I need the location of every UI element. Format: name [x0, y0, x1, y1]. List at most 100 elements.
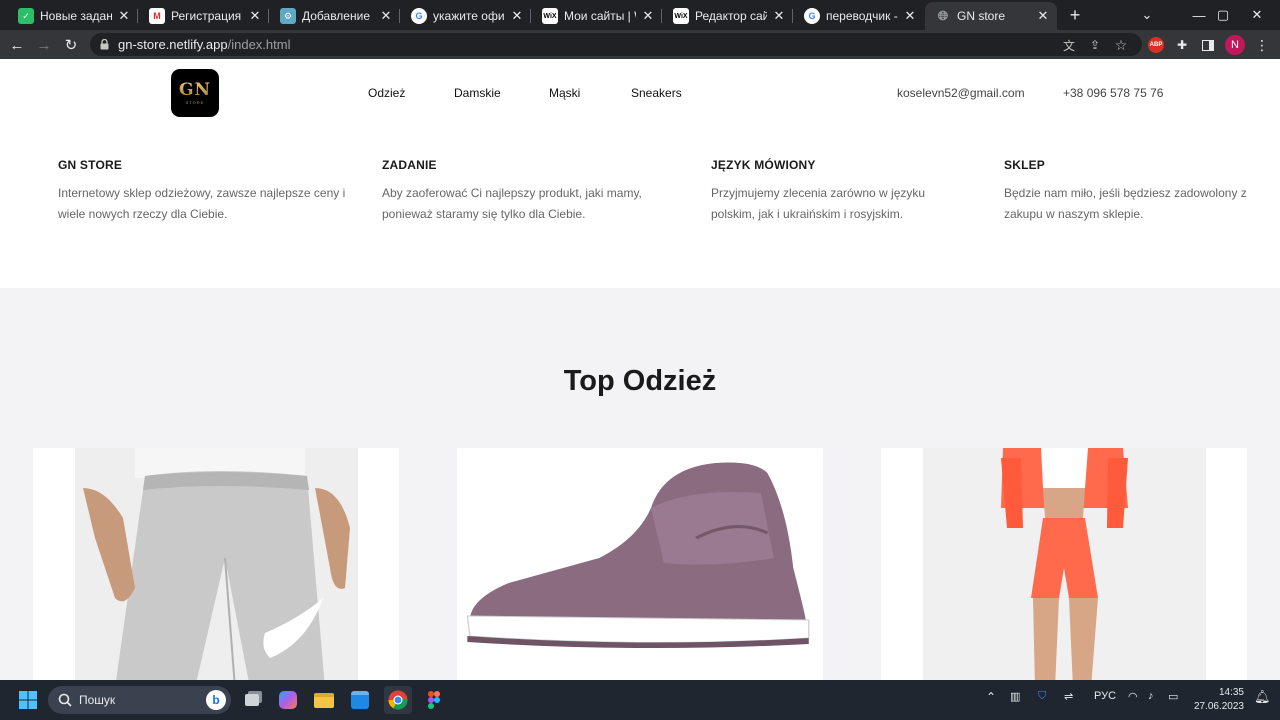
close-icon[interactable]: ✕ — [378, 8, 394, 24]
page-viewport: GN STORE Odzież Damskie Mąski Sneakers k… — [0, 59, 1280, 680]
browser-toolbar: ← → ↻ gn-store.netlify.app/index.html 文 … — [0, 30, 1280, 59]
close-icon[interactable]: ✕ — [509, 8, 525, 24]
nav-link-damskie[interactable]: Damskie — [454, 86, 501, 100]
input-language[interactable]: РУС — [1094, 690, 1116, 702]
tab-google-search[interactable]: G укажите официа ✕ — [401, 2, 531, 30]
system-clock[interactable]: 14:35 27.06.2023 — [1192, 686, 1244, 714]
figma-icon[interactable] — [420, 686, 448, 714]
tray-settings-icon[interactable]: ⇌ — [1064, 690, 1073, 703]
browser-tab-strip: ✓ Новые задания ✕ M Регистрация на f ✕ ⚙… — [0, 0, 1280, 30]
translate-icon[interactable]: 文 — [1060, 36, 1078, 54]
close-icon[interactable]: ✕ — [902, 8, 918, 24]
info-text: Aby zaoferować Ci najlepszy produkt, jak… — [382, 186, 642, 221]
address-bar[interactable]: gn-store.netlify.app/index.html 文 ⇪ ☆ — [90, 33, 1142, 56]
menu-kebab-icon[interactable]: ⋮ — [1252, 35, 1272, 55]
tab-add-work[interactable]: ⚙ Добавление раб ✕ — [270, 2, 400, 30]
section-title: Top Odzież — [563, 365, 717, 397]
nav-link-odziez[interactable]: Odzież — [368, 86, 405, 100]
info-text: Będzie nam miło, jeśli będziesz zadowolo… — [1004, 186, 1247, 221]
product-card[interactable] — [457, 448, 823, 680]
back-arrow-icon[interactable]: ← — [5, 33, 29, 57]
volume-icon[interactable]: ♪ — [1148, 690, 1154, 702]
product-image-sportswear — [923, 448, 1206, 680]
share-icon[interactable]: ⇪ — [1086, 36, 1104, 54]
tab-title: укажите официа — [433, 9, 505, 23]
site-logo[interactable]: GN STORE — [171, 69, 219, 117]
profile-avatar[interactable]: N — [1225, 35, 1245, 55]
gmail-icon: M — [149, 8, 165, 24]
bookmark-star-icon[interactable]: ☆ — [1112, 36, 1130, 54]
info-block-sklep: SKLEP Będzie nam miło, jeśli będziesz za… — [1004, 158, 1280, 225]
tab-title: переводчик - По — [826, 9, 898, 23]
product-card[interactable] — [33, 448, 399, 680]
info-block-zadanie: ZADANIE Aby zaoferować Ci najlepszy prod… — [382, 158, 682, 225]
wix-icon: WiX — [542, 8, 558, 24]
chrome-icon[interactable] — [384, 686, 412, 714]
forward-arrow-icon[interactable]: → — [32, 33, 56, 57]
tab-gn-store[interactable]: 🌐︎ GN store ✕ — [925, 2, 1057, 30]
adblock-icon[interactable]: ABP — [1146, 35, 1166, 55]
product-image-sweatpants — [75, 448, 358, 680]
clock-time: 14:35 — [1218, 687, 1244, 698]
close-icon[interactable]: ✕ — [640, 8, 656, 24]
file-explorer-icon[interactable] — [310, 686, 338, 714]
info-title: GN STORE — [58, 158, 123, 172]
info-text: Przyjmujemy zlecenia zarówno w języku pol… — [711, 186, 926, 221]
close-icon[interactable]: ✕ — [116, 8, 132, 24]
clock-date: 27.06.2023 — [1193, 701, 1244, 712]
nav-link-maski[interactable]: Mąski — [549, 86, 580, 100]
info-block-jezyk: JĘZYK MÓWIONY Przyjmujemy zlecenia zarów… — [711, 158, 981, 225]
google-icon: G — [411, 8, 427, 24]
tab-new-tasks[interactable]: ✓ Новые задания ✕ — [8, 2, 138, 30]
tab-search-chevron-icon[interactable]: ⌄ — [1124, 0, 1170, 30]
top-products-section: Top Odzież — [0, 288, 1280, 680]
copilot-icon[interactable] — [274, 686, 302, 714]
tab-title: GN store — [957, 9, 1006, 23]
security-shield-icon[interactable]: ⛉ — [1038, 690, 1046, 703]
tab-wix-sites[interactable]: WiX Мои сайты | Wix ✕ — [532, 2, 662, 30]
wix-icon: WiX — [673, 8, 689, 24]
reload-icon[interactable]: ↻ — [59, 33, 83, 57]
tab-title: Редактор сайтов — [695, 9, 767, 23]
window-close-icon[interactable]: ✕ — [1234, 0, 1280, 30]
wifi-icon[interactable]: ◠ — [1128, 690, 1138, 703]
close-icon[interactable]: ✕ — [771, 8, 787, 24]
new-tab-button[interactable]: + — [1064, 4, 1086, 26]
contact-phone[interactable]: +38 096 578 75 76 — [1063, 86, 1163, 100]
tab-title: Добавление раб — [302, 9, 374, 23]
info-title: JĘZYK MÓWIONY — [711, 158, 816, 172]
contact-email[interactable]: koselevn52@gmail.com — [897, 86, 1025, 100]
task-view-icon[interactable] — [238, 686, 266, 714]
taskbar-search[interactable]: Пошук b — [48, 686, 231, 714]
tab-registration[interactable]: M Регистрация на f ✕ — [139, 2, 269, 30]
bing-icon[interactable]: b — [206, 690, 226, 710]
tab-translator[interactable]: G переводчик - По ✕ — [794, 2, 924, 30]
close-icon[interactable]: ✕ — [1035, 8, 1051, 24]
url-text: gn-store.netlify.app/index.html — [118, 37, 291, 52]
notifications-bell-icon[interactable]: 🔔︎ — [1254, 689, 1271, 705]
windows-start-icon[interactable] — [14, 686, 42, 714]
globe-icon: 🌐︎ — [937, 8, 949, 23]
info-title: SKLEP — [1004, 158, 1046, 172]
extensions-puzzle-icon[interactable]: ✚ — [1172, 35, 1192, 55]
windows-taskbar: Пошук b ⌃ ▥ ⛉ ⇌ РУС ◠ ♪ ▭ 14:35 27.06.20 — [0, 680, 1280, 720]
tab-title: Новые задания — [40, 9, 112, 23]
search-icon — [58, 693, 72, 707]
calendar-icon[interactable] — [346, 686, 374, 714]
tray-chevron-up-icon[interactable]: ⌃ — [986, 690, 996, 704]
checkmark-icon: ✓ — [18, 8, 34, 24]
tab-title: Регистрация на f — [171, 9, 243, 23]
info-text: Internetowy sklep odzieżowy, zawsze najl… — [58, 186, 346, 221]
google-icon: G — [804, 8, 820, 24]
tab-wix-editor[interactable]: WiX Редактор сайтов ✕ — [663, 2, 793, 30]
product-image-sneaker — [457, 448, 823, 680]
app-icon: ⚙ — [280, 8, 296, 24]
tray-app-icon[interactable]: ▥ — [1010, 690, 1020, 703]
nav-link-sneakers[interactable]: Sneakers — [631, 86, 682, 100]
product-card[interactable] — [881, 448, 1247, 680]
lock-icon — [100, 39, 109, 50]
search-placeholder: Пошук — [79, 693, 116, 707]
side-panel-icon[interactable] — [1198, 35, 1218, 55]
battery-icon[interactable]: ▭ — [1168, 690, 1178, 703]
close-icon[interactable]: ✕ — [247, 8, 263, 24]
